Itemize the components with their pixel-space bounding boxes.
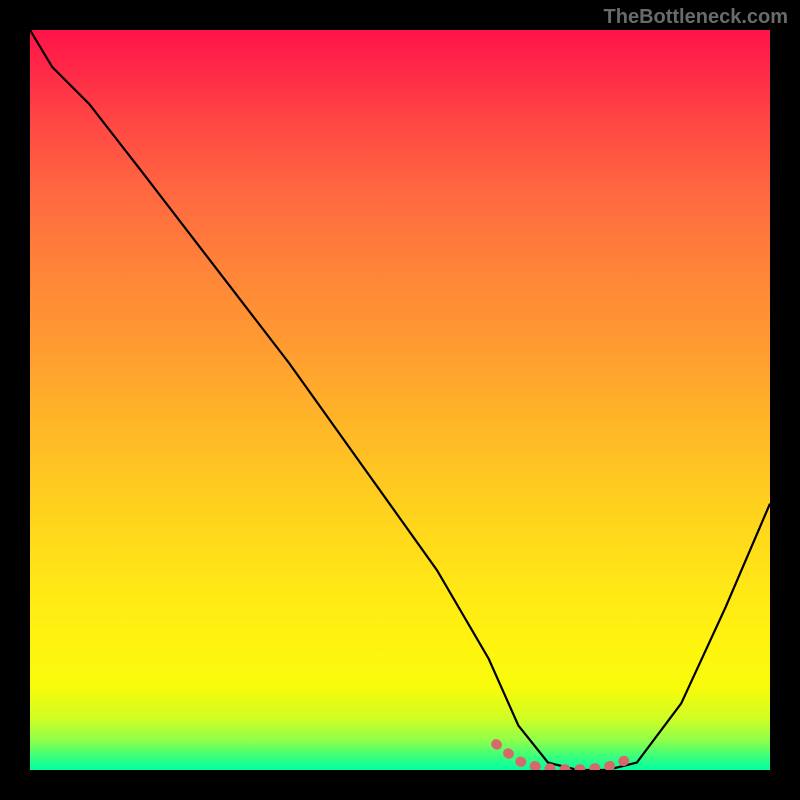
attribution-text: TheBottleneck.com [604, 6, 788, 29]
bottleneck-curve [30, 30, 770, 770]
chart-container: TheBottleneck.com [0, 0, 800, 800]
minimum-marker [496, 744, 629, 769]
curve-overlay [30, 30, 770, 770]
